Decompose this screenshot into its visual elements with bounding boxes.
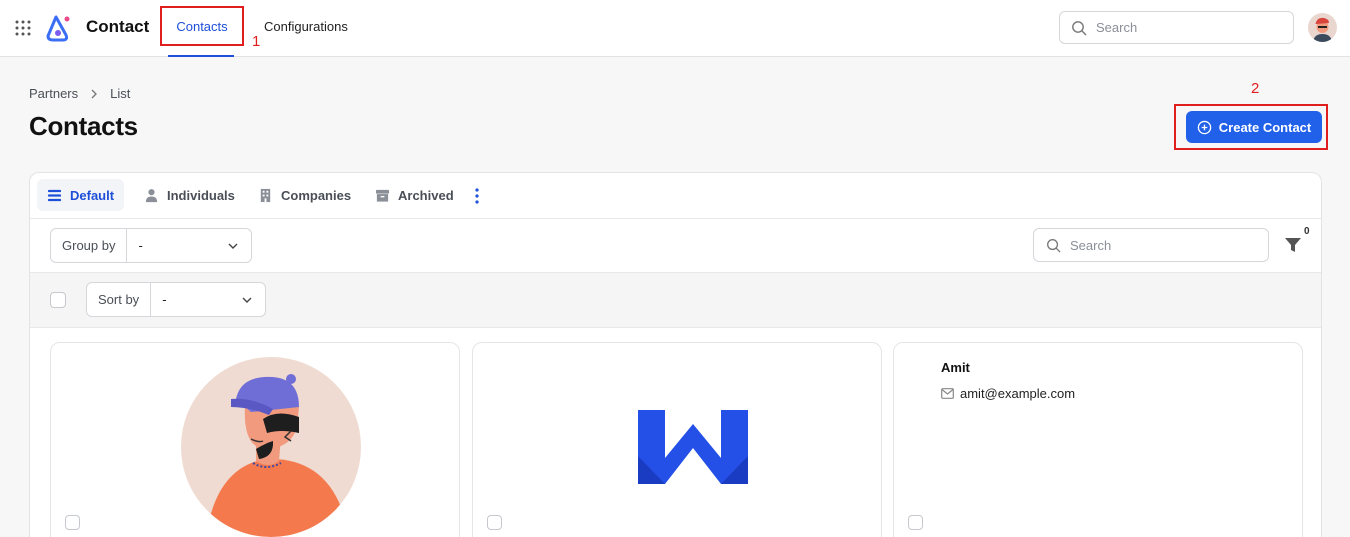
search-icon — [1047, 239, 1061, 253]
list-search[interactable] — [1033, 228, 1269, 262]
annotation-marker-1: 1 — [252, 33, 261, 50]
tab-individuals[interactable]: Individuals — [134, 179, 245, 211]
person-icon — [145, 188, 158, 202]
tab-individuals-label: Individuals — [167, 187, 235, 203]
card-checkbox[interactable] — [487, 515, 502, 530]
app-name: Contact — [86, 17, 150, 36]
list-panel: Default Individuals Companies Archived G… — [29, 172, 1322, 537]
tab-archived-label: Archived — [398, 187, 454, 203]
list-search-input[interactable] — [1070, 229, 1260, 261]
breadcrumb: Partners List — [29, 86, 130, 101]
select-all-checkbox[interactable] — [50, 292, 66, 308]
tab-default-label: Default — [70, 187, 115, 203]
top-bar: Contact Contacts 1 Configurations — [0, 0, 1350, 57]
contact-card[interactable]: Amit amit@example.com — [893, 342, 1303, 537]
contact-name: Amit — [941, 360, 970, 375]
search-icon — [1072, 21, 1087, 36]
apps-grid-icon[interactable] — [15, 20, 31, 36]
sort-by-select[interactable]: Sort by - — [86, 282, 266, 317]
more-vertical-icon[interactable] — [470, 187, 484, 205]
building-icon — [260, 188, 271, 202]
nav-configurations[interactable]: Configurations — [264, 19, 348, 34]
chevron-down-icon — [228, 243, 238, 249]
contact-card[interactable] — [472, 342, 882, 537]
chevron-down-icon — [242, 297, 252, 303]
page-title: Contacts — [29, 111, 138, 141]
chevron-right-icon — [91, 89, 98, 98]
sort-bar: Sort by - — [30, 273, 1321, 328]
tab-archived[interactable]: Archived — [365, 179, 464, 211]
create-contact-label: Create Contact — [1218, 119, 1312, 135]
filter-icon[interactable] — [1284, 236, 1302, 254]
sort-by-value: - — [162, 292, 167, 307]
card-checkbox[interactable] — [65, 515, 80, 530]
group-by-value: - — [138, 238, 143, 253]
create-contact-button[interactable]: Create Contact — [1186, 111, 1322, 143]
view-tabs: Default Individuals Companies Archived — [30, 173, 1321, 219]
group-by-label: Group by — [51, 229, 128, 262]
sort-by-label: Sort by — [87, 283, 152, 316]
plus-circle-icon — [1197, 120, 1212, 134]
active-nav-indicator — [168, 55, 234, 57]
filter-bar: Group by - 0 — [30, 219, 1321, 273]
contact-email-text: amit@example.com — [960, 386, 1076, 401]
contact-avatar-image — [181, 357, 361, 537]
archive-icon — [375, 189, 390, 202]
tab-default[interactable]: Default — [37, 179, 125, 211]
mail-icon — [941, 388, 954, 399]
app-logo-icon[interactable] — [45, 14, 71, 42]
group-by-select[interactable]: Group by - — [50, 228, 252, 263]
company-logo-image — [638, 410, 748, 484]
breadcrumb-partners[interactable]: Partners — [29, 86, 78, 101]
tab-companies-label: Companies — [281, 187, 352, 203]
contact-card[interactable] — [50, 342, 460, 537]
global-search-input[interactable] — [1096, 12, 1286, 43]
filter-count-badge: 0 — [1304, 226, 1310, 237]
nav-contacts[interactable]: Contacts — [160, 6, 244, 46]
annotation-marker-2: 2 — [1251, 80, 1260, 97]
global-search[interactable] — [1059, 11, 1294, 44]
tab-companies[interactable]: Companies — [248, 179, 361, 211]
breadcrumb-list: List — [110, 86, 131, 101]
contact-email[interactable]: amit@example.com — [941, 386, 1075, 401]
list-icon — [47, 189, 62, 201]
user-avatar[interactable] — [1308, 13, 1337, 42]
card-checkbox[interactable] — [908, 515, 923, 530]
